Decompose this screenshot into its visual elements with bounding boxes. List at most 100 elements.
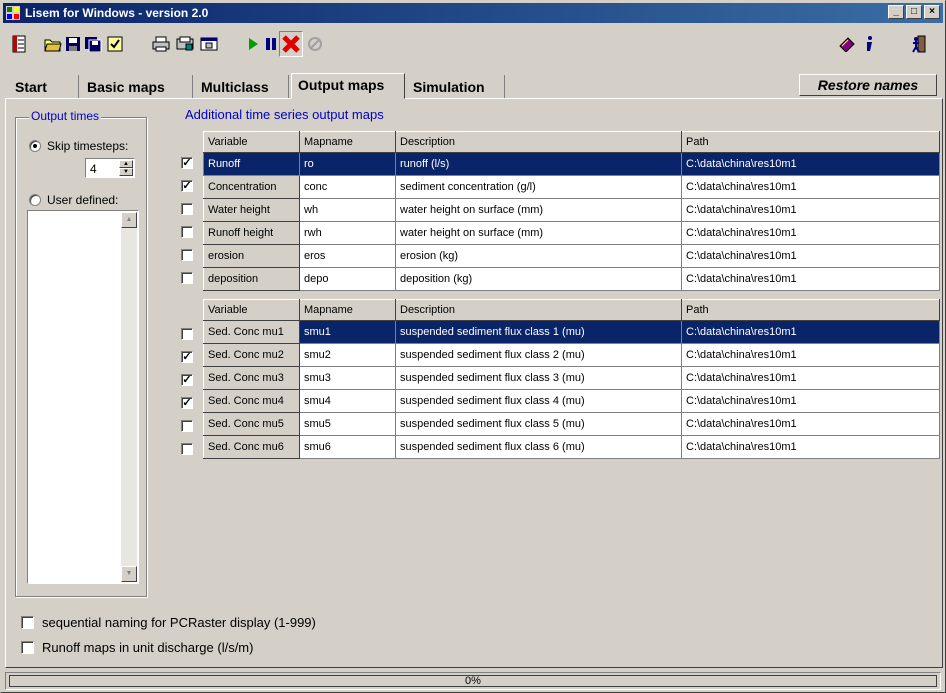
column-header-variable[interactable]: Variable [203, 299, 300, 321]
save-as-icon[interactable] [83, 34, 103, 54]
mapname-cell[interactable]: conc [299, 175, 396, 199]
mapname-cell[interactable]: smu4 [299, 389, 396, 413]
path-cell[interactable]: C:\data\china\res10m1 [681, 267, 940, 291]
description-cell[interactable]: sediment concentration (g/l) [395, 175, 682, 199]
path-cell[interactable]: C:\data\china\res10m1 [681, 221, 940, 245]
run-icon[interactable] [243, 34, 263, 54]
variable-cell[interactable]: Sed. Conc mu5 [203, 412, 300, 436]
variable-cell[interactable]: Runoff [203, 152, 300, 176]
mapname-cell[interactable]: smu3 [299, 366, 396, 390]
variable-cell[interactable]: Water height [203, 198, 300, 222]
reset-icon[interactable] [305, 34, 325, 54]
grid1-checkbox-5[interactable] [181, 272, 193, 284]
tab-start[interactable]: Start [9, 75, 79, 99]
tab-output-maps[interactable]: Output maps [291, 73, 405, 99]
window-icon[interactable] [199, 34, 219, 54]
table-row[interactable]: Water height wh water height on surface … [203, 198, 940, 222]
grid1-checkbox-3[interactable] [181, 226, 193, 238]
description-cell[interactable]: suspended sediment flux class 1 (mu) [395, 320, 682, 344]
variable-cell[interactable]: erosion [203, 244, 300, 268]
restore-names-button[interactable]: Restore names [799, 74, 937, 96]
help-book-icon[interactable] [837, 34, 857, 54]
mapname-cell[interactable]: ro [299, 152, 396, 176]
path-cell[interactable]: C:\data\china\res10m1 [681, 435, 940, 459]
path-cell[interactable]: C:\data\china\res10m1 [681, 366, 940, 390]
scroll-down-icon[interactable]: ▼ [121, 566, 137, 582]
save-icon[interactable] [63, 34, 83, 54]
table-row[interactable]: deposition depo deposition (kg) C:\data\… [203, 267, 940, 291]
vertical-scrollbar[interactable]: ▲ ▼ [121, 212, 137, 582]
settings-icon[interactable] [9, 34, 29, 54]
description-cell[interactable]: deposition (kg) [395, 267, 682, 291]
info-icon[interactable] [859, 34, 879, 54]
variable-cell[interactable]: Sed. Conc mu1 [203, 320, 300, 344]
variable-cell[interactable]: Sed. Conc mu2 [203, 343, 300, 367]
close-button[interactable]: × [924, 5, 940, 19]
path-cell[interactable]: C:\data\china\res10m1 [681, 412, 940, 436]
maximize-button[interactable]: □ [906, 5, 922, 19]
description-cell[interactable]: suspended sediment flux class 6 (mu) [395, 435, 682, 459]
table-row[interactable]: Sed. Conc mu1 smu1 suspended sediment fl… [203, 320, 940, 344]
description-cell[interactable]: suspended sediment flux class 5 (mu) [395, 412, 682, 436]
table-row[interactable]: Concentration conc sediment concentratio… [203, 175, 940, 199]
path-cell[interactable]: C:\data\china\res10m1 [681, 175, 940, 199]
grid1-checkbox-4[interactable] [181, 249, 193, 261]
exit-icon[interactable] [909, 34, 929, 54]
spin-down-icon[interactable]: ▼ [119, 168, 133, 176]
user-defined-list[interactable]: ▲ ▼ [27, 210, 139, 584]
path-cell[interactable]: C:\data\china\res10m1 [681, 320, 940, 344]
mapname-cell[interactable]: depo [299, 267, 396, 291]
scroll-up-icon[interactable]: ▲ [121, 212, 137, 228]
tab-simulation[interactable]: Simulation [407, 75, 505, 99]
stop-icon[interactable] [279, 31, 303, 57]
mapname-cell[interactable]: smu6 [299, 435, 396, 459]
grid2-checkbox-1[interactable]: ✓ [181, 351, 193, 363]
skip-timesteps-stepper[interactable]: 4 ▲ ▼ [85, 158, 135, 178]
user-defined-radio[interactable]: User defined: [29, 193, 118, 207]
runoff-unit-discharge-checkbox[interactable]: Runoff maps in unit discharge (l/s/m) [21, 640, 253, 655]
mapname-cell[interactable]: smu2 [299, 343, 396, 367]
variable-cell[interactable]: Concentration [203, 175, 300, 199]
grid2-checkbox-2[interactable]: ✓ [181, 374, 193, 386]
variable-cell[interactable]: deposition [203, 267, 300, 291]
checkbox-box[interactable] [21, 616, 34, 629]
grid2-checkbox-0[interactable] [181, 328, 193, 340]
table-row[interactable]: erosion eros erosion (kg) C:\data\china\… [203, 244, 940, 268]
description-cell[interactable]: erosion (kg) [395, 244, 682, 268]
mapname-cell[interactable]: eros [299, 244, 396, 268]
path-cell[interactable]: C:\data\china\res10m1 [681, 343, 940, 367]
grid2-checkbox-3[interactable]: ✓ [181, 397, 193, 409]
mapname-cell[interactable]: rwh [299, 221, 396, 245]
variable-cell[interactable]: Runoff height [203, 221, 300, 245]
variable-cell[interactable]: Sed. Conc mu3 [203, 366, 300, 390]
table-row[interactable]: Sed. Conc mu3 smu3 suspended sediment fl… [203, 366, 940, 390]
tab-basic-maps[interactable]: Basic maps [81, 75, 193, 99]
skip-timesteps-value[interactable]: 4 [90, 162, 97, 176]
sequential-naming-checkbox[interactable]: sequential naming for PCRaster display (… [21, 615, 316, 630]
path-cell[interactable]: C:\data\china\res10m1 [681, 389, 940, 413]
grid2-checkbox-4[interactable] [181, 420, 193, 432]
radio-indicator[interactable] [29, 194, 41, 206]
description-cell[interactable]: water height on surface (mm) [395, 198, 682, 222]
table-row[interactable]: Sed. Conc mu6 smu6 suspended sediment fl… [203, 435, 940, 459]
column-header-path[interactable]: Path [681, 131, 940, 153]
table-row[interactable]: Runoff ro runoff (l/s) C:\data\china\res… [203, 152, 940, 176]
table-row[interactable]: Runoff height rwh water height on surfac… [203, 221, 940, 245]
description-cell[interactable]: runoff (l/s) [395, 152, 682, 176]
path-cell[interactable]: C:\data\china\res10m1 [681, 198, 940, 222]
print-preview-icon[interactable] [175, 34, 195, 54]
check-icon[interactable] [105, 34, 125, 54]
minimize-button[interactable]: _ [888, 5, 904, 19]
mapname-cell[interactable]: smu5 [299, 412, 396, 436]
table-row[interactable]: Sed. Conc mu4 smu4 suspended sediment fl… [203, 389, 940, 413]
variable-cell[interactable]: Sed. Conc mu4 [203, 389, 300, 413]
mapname-cell[interactable]: smu1 [299, 320, 396, 344]
table-row[interactable]: Sed. Conc mu5 smu5 suspended sediment fl… [203, 412, 940, 436]
description-cell[interactable]: water height on surface (mm) [395, 221, 682, 245]
column-header-description[interactable]: Description [395, 299, 682, 321]
description-cell[interactable]: suspended sediment flux class 3 (mu) [395, 366, 682, 390]
tab-multiclass[interactable]: Multiclass [195, 75, 289, 99]
grid1-checkbox-0[interactable]: ✓ [181, 157, 193, 169]
grid1-checkbox-1[interactable]: ✓ [181, 180, 193, 192]
path-cell[interactable]: C:\data\china\res10m1 [681, 152, 940, 176]
